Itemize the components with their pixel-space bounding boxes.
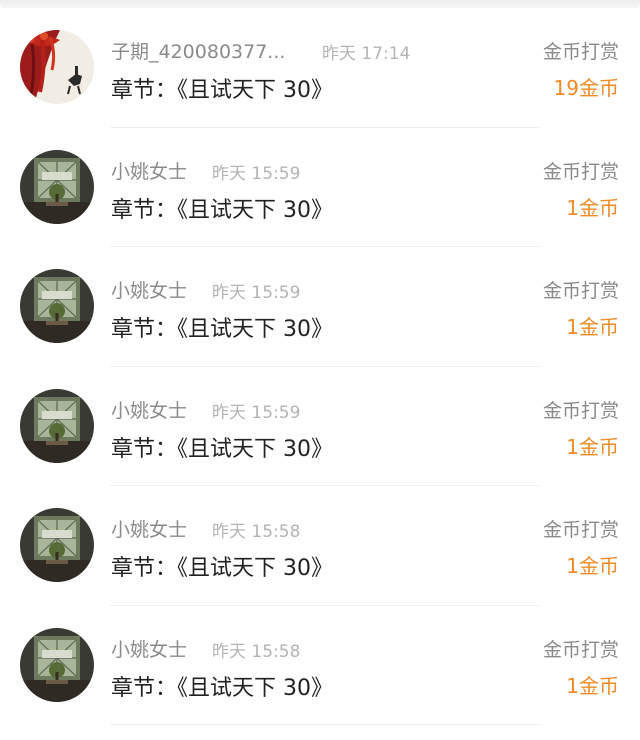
chapter-text: 章节：《且试天下 30》 [111,311,333,343]
user-name[interactable]: 小姚女士 [111,157,187,184]
user-name[interactable]: 小姚女士 [111,396,187,423]
reward-type: 金币打赏 [542,41,619,63]
avatar[interactable] [20,30,94,104]
chapter-title: 《且试天下 30》 [177,436,334,462]
reward-amount: 19金币 [553,76,619,100]
reward-list-item[interactable]: 小姚女士 昨天 15:59 章节：《且试天下 30》 金币打赏 1金币 [0,366,640,486]
chapter-label: 章节： [111,317,178,342]
reward-time: 昨天 15:59 [212,402,301,423]
chapter-title: 《且试天下 30》 [177,78,334,103]
red-ink-painting-icon [20,30,94,104]
user-name[interactable]: 子期_420080377... [111,37,285,64]
user-name[interactable]: 小姚女士 [111,515,187,542]
user-name[interactable]: 小姚女士 [111,635,187,662]
reward-time: 昨天 15:58 [212,641,301,662]
reward-list-item[interactable]: 小姚女士 昨天 15:59 章节：《且试天下 30》 金币打赏 1金币 [0,127,640,247]
window-tree-icon [20,388,94,463]
reward-list-item[interactable]: 小姚女士 昨天 15:58 章节：《且试天下 30》 金币打赏 1金币 [0,486,640,606]
reward-list-item[interactable]: 小姚女士 昨天 15:59 章节：《且试天下 30》 金币打赏 1金币 [0,247,640,367]
chapter-title: 《且试天下 30》 [177,197,334,223]
user-name[interactable]: 小姚女士 [111,276,187,303]
reward-type: 金币打赏 [542,160,619,183]
reward-amount: 1金币 [566,315,619,339]
reward-list: 子期_420080377... 昨天 17:14 章节：《且试天下 30》 金币… [0,8,640,725]
reward-amount: 1金币 [566,434,619,459]
chapter-text: 章节：《且试天下 30》 [111,670,333,702]
reward-time: 昨天 17:14 [322,44,411,64]
reward-type: 金币打赏 [542,519,619,541]
avatar[interactable] [20,508,94,582]
chapter-title: 《且试天下 30》 [177,675,334,701]
chapter-text: 章节：《且试天下 30》 [111,550,333,582]
reward-time: 昨天 15:58 [212,522,301,542]
chapter-title: 《且试天下 30》 [177,556,334,581]
chapter-label: 章节： [111,556,178,581]
window-tree-icon [20,508,94,582]
reward-amount: 1金币 [566,554,619,578]
chapter-label: 章节： [111,436,178,462]
avatar[interactable] [20,388,94,463]
avatar[interactable] [20,627,94,702]
avatar[interactable] [20,149,94,224]
chapter-label: 章节： [111,675,178,701]
row-divider [110,724,540,725]
window-tree-icon [20,627,94,702]
reward-type: 金币打赏 [542,399,619,422]
reward-amount: 1金币 [566,195,619,220]
reward-type: 金币打赏 [542,638,619,661]
reward-amount: 1金币 [566,673,619,698]
chapter-text: 章节：《且试天下 30》 [111,192,333,224]
chapter-label: 章节： [111,197,178,223]
avatar[interactable] [20,269,94,343]
chapter-text: 章节：《且试天下 30》 [111,72,333,104]
chapter-label: 章节： [111,78,178,103]
chapter-text: 章节：《且试天下 30》 [111,431,333,463]
reward-time: 昨天 15:59 [212,163,301,184]
window-tree-icon [20,269,94,343]
window-tree-icon [20,149,94,224]
reward-list-item[interactable]: 子期_420080377... 昨天 17:14 章节：《且试天下 30》 金币… [0,8,640,128]
chapter-title: 《且试天下 30》 [177,317,334,342]
reward-list-item[interactable]: 小姚女士 昨天 15:58 章节：《且试天下 30》 金币打赏 1金币 [0,605,640,725]
reward-type: 金币打赏 [542,280,619,302]
reward-time: 昨天 15:59 [212,283,301,303]
